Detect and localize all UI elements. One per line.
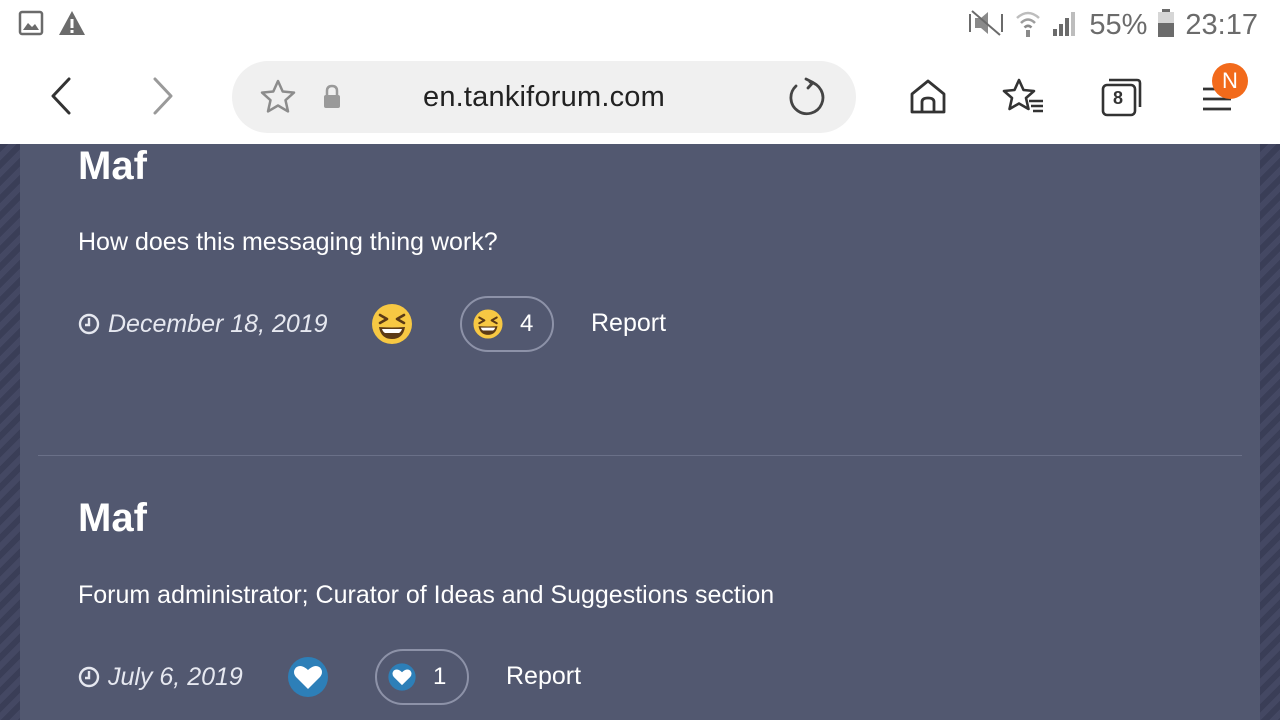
report-link[interactable]: Report (506, 662, 581, 691)
home-button[interactable] (903, 72, 953, 122)
browser-toolbar: en.tankiforum.com 8 (0, 50, 1280, 144)
bookmarks-button[interactable] (998, 72, 1048, 122)
reaction-count-button[interactable]: 1 (375, 649, 469, 705)
clock-icon (78, 666, 100, 688)
signal-icon (1051, 9, 1079, 42)
forward-button[interactable] (138, 72, 186, 120)
post-message: Forum administrator; Curator of Ideas an… (78, 581, 775, 609)
home-icon (910, 79, 946, 114)
bookmarks-star-icon (1002, 78, 1043, 113)
messages-card: Maf How does this messaging thing work? … (20, 144, 1260, 720)
page-margin-left (0, 144, 20, 720)
post-author[interactable]: Maf (78, 144, 147, 189)
notification-badge[interactable]: N (1212, 63, 1248, 99)
gallery-icon (18, 10, 44, 41)
report-link[interactable]: Report (591, 309, 666, 338)
tabs-button[interactable]: 8 (1095, 72, 1145, 122)
reload-icon (789, 77, 825, 116)
post-author[interactable]: Maf (78, 496, 147, 541)
tab-count: 8 (1112, 88, 1123, 108)
post-meta: July 6, 2019 1 Report (78, 649, 778, 705)
heart-icon (388, 663, 416, 691)
reload-button[interactable] (786, 77, 826, 117)
post-date[interactable]: July 6, 2019 (78, 649, 243, 705)
chevron-right-icon (153, 77, 173, 115)
wifi-icon (1015, 8, 1041, 43)
laughing-emoji-icon (473, 309, 503, 339)
back-button[interactable] (38, 72, 86, 120)
battery-icon (1157, 8, 1175, 43)
clock-icon (78, 313, 100, 335)
address-bar[interactable]: en.tankiforum.com (232, 61, 856, 133)
post-date-text: December 18, 2019 (108, 309, 328, 338)
heart-icon[interactable] (286, 655, 330, 699)
laughing-emoji-icon[interactable] (370, 302, 414, 346)
clock: 23:17 (1185, 8, 1258, 41)
reaction-count: 1 (433, 663, 447, 690)
battery-percent: 55% (1089, 8, 1148, 41)
mute-icon (967, 8, 1005, 43)
reaction-count-button[interactable]: 4 (460, 296, 554, 352)
post-message: How does this messaging thing work? (78, 228, 498, 256)
warning-icon (58, 10, 86, 41)
post-date[interactable]: December 18, 2019 (78, 296, 328, 352)
forum-page: Maf How does this messaging thing work? … (0, 144, 1280, 720)
reaction-count: 4 (520, 310, 534, 337)
post-divider (38, 455, 1242, 456)
chevron-left-icon (51, 77, 71, 115)
status-bar: 55% 23:17 (0, 0, 1280, 50)
post-meta: December 18, 2019 4 Report (78, 296, 778, 352)
url-text[interactable]: en.tankiforum.com (232, 81, 856, 114)
page-margin-right (1260, 144, 1280, 720)
post-date-text: July 6, 2019 (108, 662, 243, 691)
